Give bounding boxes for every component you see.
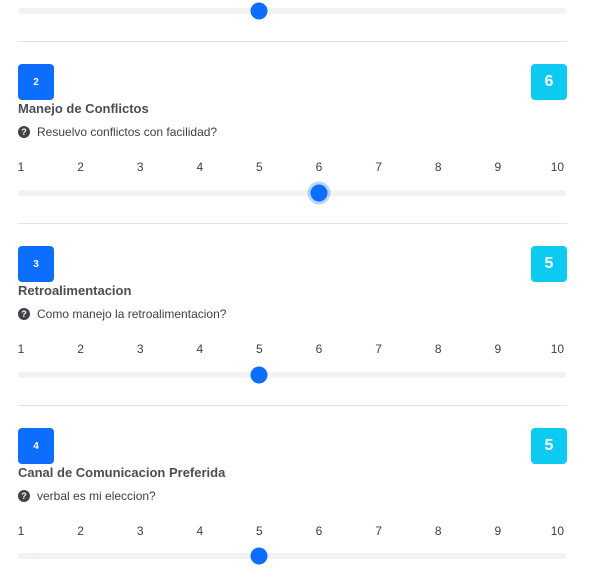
scale-label: 2 — [77, 342, 84, 356]
divider — [18, 41, 567, 42]
question-help: ? Como manejo la retroalimentacion? — [18, 307, 226, 321]
scale-labels: 1 2 3 4 5 6 7 8 9 10 — [0, 342, 589, 356]
scale-label: 8 — [434, 524, 442, 538]
selected-value-badge: 5 — [531, 428, 567, 464]
divider — [18, 223, 567, 224]
scale-label: 5 — [256, 524, 263, 538]
scale-label: 8 — [434, 342, 442, 356]
question-circle-icon: ? — [18, 126, 30, 138]
question-help: ? Resuelvo conflictos con facilidad? — [18, 125, 217, 139]
question-title: Retroalimentacion — [18, 283, 132, 298]
slider-track-3[interactable] — [18, 372, 566, 378]
scale-label: 2 — [77, 524, 84, 538]
scale-label: 7 — [375, 342, 382, 356]
scale-label: 10 — [550, 160, 565, 174]
scale-label: 7 — [375, 160, 382, 174]
scale-labels: 1 2 3 4 5 6 7 8 9 10 — [0, 160, 589, 174]
scale-label: 5 — [256, 342, 263, 356]
survey-form: 2 6 Manejo de Conflictos ? Resuelvo conf… — [0, 0, 589, 582]
question-title: Canal de Comunicacion Preferida — [18, 465, 226, 480]
scale-label: 9 — [494, 524, 502, 538]
slider-track-4[interactable] — [18, 553, 566, 559]
question-help-text: Como manejo la retroalimentacion? — [37, 307, 227, 321]
scale-label: 3 — [136, 160, 144, 174]
question-circle-icon: ? — [18, 490, 30, 502]
scale-label: 9 — [494, 342, 502, 356]
divider — [18, 405, 567, 406]
question-help-text: verbal es mi eleccion? — [37, 489, 156, 503]
scale-label: 4 — [196, 160, 204, 174]
scale-labels: 1 2 3 4 5 6 7 8 9 10 — [0, 524, 589, 538]
scale-label: 4 — [196, 524, 204, 538]
scale-label: 1 — [17, 524, 25, 538]
slider-thumb-1[interactable] — [250, 2, 268, 20]
slider-track-1[interactable] — [18, 8, 566, 14]
scale-label: 10 — [550, 524, 565, 538]
question-circle-icon: ? — [18, 308, 30, 320]
selected-value-badge: 5 — [531, 246, 567, 282]
scale-label: 1 — [17, 342, 25, 356]
slider-thumb-2[interactable] — [310, 184, 328, 202]
selected-value-badge: 6 — [531, 64, 567, 100]
scale-label: 3 — [136, 342, 144, 356]
scale-label: 1 — [17, 160, 25, 174]
slider-thumb-4[interactable] — [250, 547, 268, 565]
scale-label: 4 — [196, 342, 204, 356]
slider-thumb-3[interactable] — [250, 366, 268, 384]
question-help: ? verbal es mi eleccion? — [18, 489, 156, 503]
scale-label: 10 — [550, 342, 565, 356]
scale-label: 6 — [315, 524, 323, 538]
scale-label: 2 — [77, 160, 84, 174]
scale-label: 8 — [434, 160, 442, 174]
scale-label: 7 — [375, 524, 382, 538]
question-number-badge: 3 — [18, 246, 54, 282]
scale-label: 6 — [315, 160, 323, 174]
question-title: Manejo de Conflictos — [18, 101, 149, 116]
scale-label: 5 — [256, 160, 263, 174]
scale-label: 3 — [136, 524, 144, 538]
scale-label: 6 — [315, 342, 323, 356]
slider-track-2[interactable] — [18, 190, 566, 196]
question-number-badge: 2 — [18, 64, 54, 100]
question-number-badge: 4 — [18, 428, 54, 464]
scale-label: 9 — [494, 160, 502, 174]
question-help-text: Resuelvo conflictos con facilidad? — [37, 125, 218, 139]
